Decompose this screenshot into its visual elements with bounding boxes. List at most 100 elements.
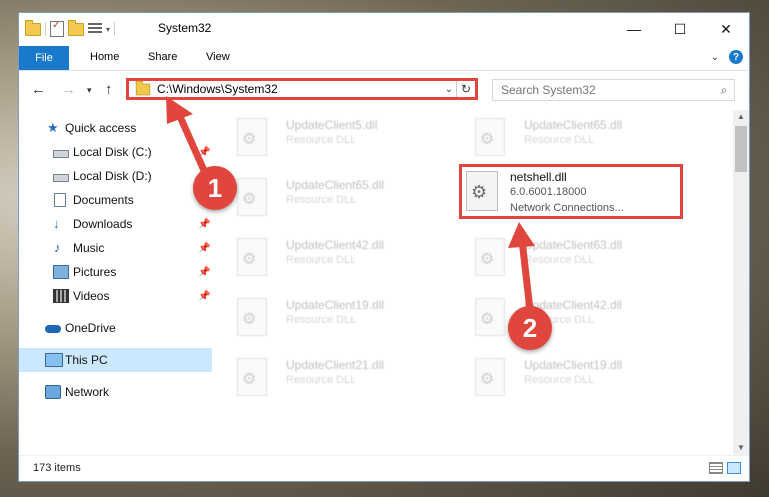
address-path[interactable]: C:\Windows\System32 bbox=[157, 82, 442, 96]
annotation-marker-2: 2 bbox=[508, 306, 552, 350]
search-input[interactable] bbox=[493, 82, 714, 98]
file-description: Resource DLL bbox=[286, 374, 357, 386]
sidebar-item-label: Music bbox=[73, 241, 105, 255]
explorer-window: ▾ System32 — ☐ ✕ File Home Share View ⌄ … bbox=[18, 12, 750, 482]
sidebar-item-quick-access[interactable]: ★ Quick access bbox=[19, 116, 212, 140]
sidebar-item-local-disk-c[interactable]: Local Disk (C:) 📌 bbox=[19, 140, 212, 164]
new-folder-icon[interactable] bbox=[68, 19, 84, 36]
sidebar-item-downloads[interactable]: ↓ Downloads 📌 bbox=[19, 212, 212, 236]
chevron-down-icon[interactable]: ▾ bbox=[106, 25, 110, 34]
file-item[interactable]: UpdateClient19.dll Resource DLL bbox=[219, 292, 439, 340]
pin-icon[interactable]: 📌 bbox=[198, 243, 210, 254]
view-switcher bbox=[709, 462, 741, 474]
sidebar-item-documents[interactable]: Documents 📌 bbox=[19, 188, 212, 212]
sidebar-item-label: Quick access bbox=[65, 121, 137, 135]
view-icon[interactable] bbox=[88, 23, 102, 35]
large-icons-view-icon[interactable] bbox=[727, 462, 741, 474]
tab-file[interactable]: File bbox=[19, 46, 69, 70]
sidebar-item-label: Local Disk (C:) bbox=[73, 145, 152, 159]
file-list: UpdateClient5.dll Resource DLL UpdateCli… bbox=[219, 110, 729, 450]
maximize-button[interactable]: ☐ bbox=[657, 13, 703, 45]
file-version: 6.0.6001.18000 bbox=[510, 186, 587, 198]
forward-icon[interactable]: → bbox=[61, 81, 76, 98]
file-item-netshell[interactable]: netshell.dll 6.0.6001.18000 Network Conn… bbox=[459, 164, 683, 219]
minimize-button[interactable]: — bbox=[611, 13, 657, 45]
close-button[interactable]: ✕ bbox=[703, 13, 749, 45]
file-item[interactable]: UpdateClient42.dll Resource DLL bbox=[219, 232, 439, 280]
file-description: Resource DLL bbox=[524, 134, 595, 146]
dll-file-icon bbox=[237, 238, 267, 276]
this-pc-icon bbox=[45, 353, 63, 367]
tab-view[interactable]: View bbox=[206, 51, 230, 63]
pin-icon[interactable]: 📌 bbox=[198, 291, 210, 302]
file-item[interactable]: UpdateClient19.dll Resource DLL bbox=[457, 352, 677, 400]
refresh-icon[interactable]: ↻ bbox=[456, 81, 475, 97]
recent-locations-icon[interactable]: ▾ bbox=[87, 85, 92, 96]
disk-icon bbox=[53, 150, 69, 158]
back-icon[interactable]: ← bbox=[31, 81, 46, 98]
sidebar-item-music[interactable]: ♪ Music 📌 bbox=[19, 236, 212, 260]
disk-icon bbox=[53, 174, 69, 182]
scrollbar-thumb[interactable] bbox=[735, 126, 747, 172]
file-name: UpdateClient21.dll bbox=[286, 358, 385, 372]
file-item[interactable]: UpdateClient5.dll Resource DLL bbox=[219, 112, 439, 160]
title-bar: ▾ System32 — ☐ ✕ bbox=[19, 13, 749, 45]
sidebar-item-label: This PC bbox=[65, 353, 108, 367]
sidebar-item-videos[interactable]: Videos 📌 bbox=[19, 284, 212, 308]
tab-share[interactable]: Share bbox=[148, 51, 177, 63]
sidebar-item-label: Videos bbox=[73, 289, 110, 303]
folder-icon[interactable] bbox=[25, 19, 41, 36]
file-item[interactable]: UpdateClient63.dll Resource DLL bbox=[457, 232, 677, 280]
file-name: UpdateClient42.dll bbox=[286, 238, 385, 252]
file-item[interactable]: UpdateClient65.dll Resource DLL bbox=[219, 172, 439, 220]
window-title: System32 bbox=[158, 21, 212, 35]
help-icon[interactable]: ? bbox=[729, 50, 743, 64]
sidebar-item-onedrive[interactable]: OneDrive bbox=[19, 316, 212, 340]
sidebar-item-pictures[interactable]: Pictures 📌 bbox=[19, 260, 212, 284]
dll-file-icon bbox=[237, 358, 267, 396]
properties-icon[interactable] bbox=[50, 20, 64, 37]
sidebar-item-label: OneDrive bbox=[65, 321, 116, 335]
dll-file-icon bbox=[237, 178, 267, 216]
file-name: UpdateClient65.dll bbox=[524, 118, 623, 132]
downloads-icon: ↓ bbox=[53, 216, 60, 231]
details-view-icon[interactable] bbox=[709, 462, 723, 474]
sidebar-item-this-pc[interactable]: This PC bbox=[19, 348, 212, 372]
address-bar[interactable]: C:\Windows\System32 ⌄ ↻ bbox=[126, 78, 478, 100]
dll-file-icon bbox=[475, 118, 505, 156]
pin-icon[interactable]: 📌 bbox=[198, 147, 210, 158]
vertical-scrollbar[interactable]: ▲ ▼ bbox=[733, 110, 749, 455]
file-name: UpdateClient5.dll bbox=[286, 118, 378, 132]
search-box[interactable]: ⌕ bbox=[492, 79, 735, 101]
ribbon: File Home Share View ⌄ ? bbox=[19, 46, 749, 71]
sidebar-item-label: Documents bbox=[73, 193, 134, 207]
star-icon: ★ bbox=[47, 120, 59, 135]
status-bar: 173 items bbox=[19, 455, 749, 482]
onedrive-icon bbox=[45, 325, 61, 333]
music-icon: ♪ bbox=[54, 240, 61, 255]
item-count: 173 items bbox=[33, 462, 81, 474]
annotation-marker-1: 1 bbox=[193, 166, 237, 210]
up-icon[interactable]: ↑ bbox=[105, 81, 113, 98]
expand-ribbon-icon[interactable]: ⌄ bbox=[711, 52, 719, 63]
pin-icon[interactable]: 📌 bbox=[198, 267, 210, 278]
file-item[interactable]: UpdateClient21.dll Resource DLL bbox=[219, 352, 439, 400]
search-icon[interactable]: ⌕ bbox=[714, 83, 734, 98]
dll-file-icon bbox=[237, 118, 267, 156]
sidebar-item-local-disk-d[interactable]: Local Disk (D:) 📌 bbox=[19, 164, 212, 188]
file-item[interactable]: UpdateClient42.dll Resource DLL bbox=[457, 292, 677, 340]
ribbon-controls: ⌄ ? bbox=[711, 50, 743, 64]
sidebar-item-network[interactable]: Network bbox=[19, 380, 212, 404]
navigation-bar: ← → ▾ ↑ C:\Windows\System32 ⌄ ↻ ⌕ bbox=[19, 75, 749, 105]
dll-file-icon bbox=[237, 298, 267, 336]
file-name: UpdateClient19.dll bbox=[524, 358, 623, 372]
file-item[interactable]: UpdateClient65.dll Resource DLL bbox=[457, 112, 677, 160]
tab-home[interactable]: Home bbox=[90, 51, 119, 63]
file-description: Resource DLL bbox=[524, 254, 595, 266]
scroll-down-icon[interactable]: ▼ bbox=[733, 441, 749, 455]
file-description: Resource DLL bbox=[286, 254, 357, 266]
pin-icon[interactable]: 📌 bbox=[198, 219, 210, 230]
chevron-down-icon[interactable]: ⌄ bbox=[442, 84, 456, 95]
videos-icon bbox=[53, 289, 69, 303]
scroll-up-icon[interactable]: ▲ bbox=[733, 110, 749, 124]
